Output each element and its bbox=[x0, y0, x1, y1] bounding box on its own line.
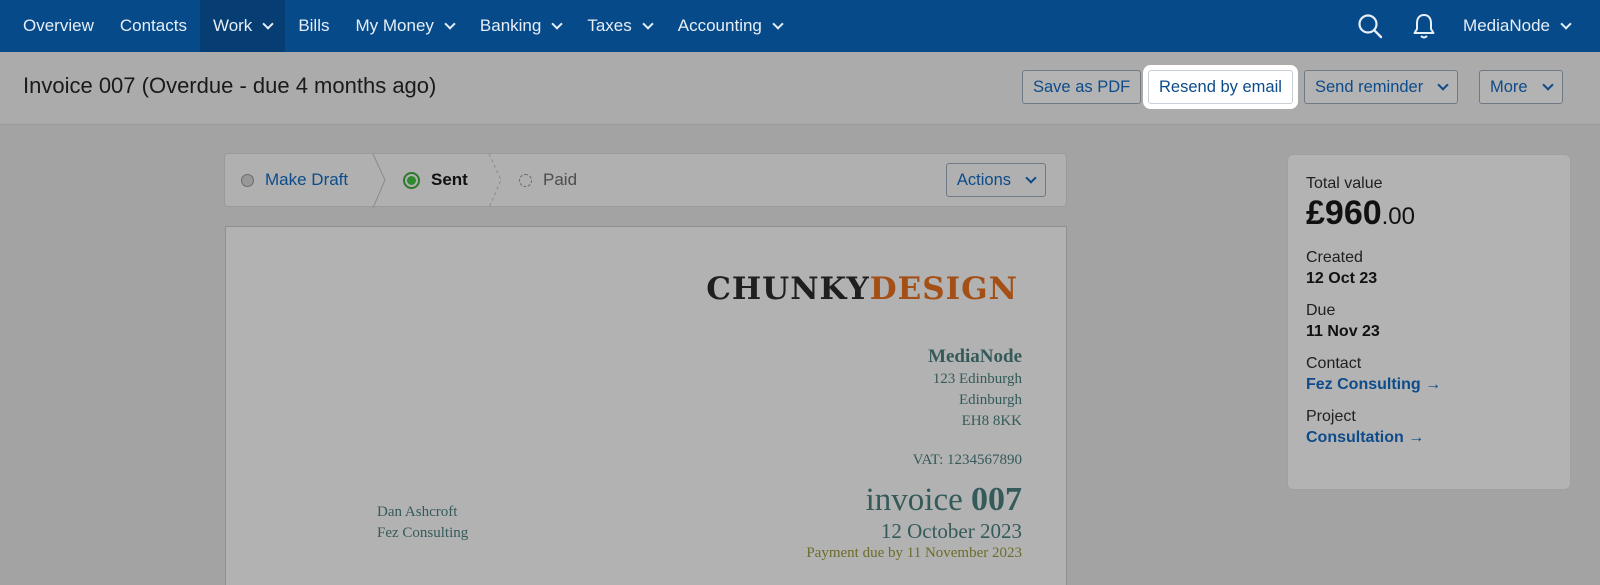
logo-text-1: CHUNKY bbox=[706, 271, 870, 307]
step-make-draft-label: Make Draft bbox=[265, 170, 349, 189]
company-address: MediaNode 123 Edinburgh Edinburgh EH8 8K… bbox=[928, 345, 1022, 432]
due-label: Due bbox=[1306, 302, 1336, 319]
search-icon[interactable] bbox=[1343, 0, 1397, 52]
address-line: 123 Edinburgh bbox=[932, 371, 1022, 387]
nav-overview[interactable]: Overview bbox=[0, 0, 107, 52]
chevron-down-icon bbox=[1541, 78, 1554, 91]
chevron-down-icon bbox=[1437, 78, 1449, 91]
nav-banking[interactable]: Banking bbox=[467, 0, 574, 52]
created-date: 12 Oct 23 bbox=[1306, 270, 1378, 287]
step-sent-label: Sent bbox=[431, 170, 468, 189]
invoice-heading: invoice 007 bbox=[866, 481, 1022, 519]
total-value: £960.00 bbox=[1306, 195, 1552, 235]
nav-work-label: Work bbox=[212, 16, 253, 35]
chevron-down-icon bbox=[262, 17, 274, 30]
nav-taxes[interactable]: Taxes bbox=[574, 0, 664, 52]
vat-number: VAT: 1234567890 bbox=[912, 452, 1022, 468]
chevron-down-icon bbox=[551, 17, 564, 30]
chevron-down-icon bbox=[444, 17, 456, 30]
stepper-dividers bbox=[372, 154, 502, 208]
step-sent: Sent bbox=[403, 154, 468, 206]
chevron-down-icon bbox=[772, 17, 784, 30]
resend-by-email-label: Resend by email bbox=[1159, 77, 1282, 96]
payment-due: Payment due by 11 November 2023 bbox=[806, 545, 1022, 561]
chevron-down-icon bbox=[1560, 17, 1572, 30]
account-menu[interactable]: MediaNode bbox=[1451, 16, 1600, 36]
total-cents: .00 bbox=[1381, 203, 1416, 230]
company-logo: CHUNKYDESIGN bbox=[706, 271, 1018, 307]
actions-button[interactable]: Actions bbox=[945, 163, 1046, 197]
top-nav: Overview Contacts Work Bills My Money Ba… bbox=[0, 0, 1600, 52]
account-name: MediaNode bbox=[1463, 16, 1550, 35]
more-button[interactable]: More bbox=[1479, 70, 1563, 104]
step-draft-dot-icon bbox=[241, 173, 254, 187]
invoice-word: invoice bbox=[865, 482, 963, 518]
nav-my-money-label: My Money bbox=[355, 16, 434, 35]
step-paid-label: Paid bbox=[543, 170, 578, 189]
step-paid: Paid bbox=[519, 154, 577, 206]
contact-link[interactable]: Fez Consulting → bbox=[1306, 376, 1552, 394]
nav-right: MediaNode bbox=[1343, 0, 1600, 52]
resend-by-email-button[interactable]: Resend by email bbox=[1148, 70, 1293, 104]
more-label: More bbox=[1490, 77, 1528, 96]
invoice-preview: CHUNKYDESIGN MediaNode 123 Edinburgh Edi… bbox=[225, 226, 1067, 585]
invoice-number: 007 bbox=[971, 481, 1022, 518]
contact-label: Contact bbox=[1306, 355, 1362, 372]
bell-icon[interactable] bbox=[1397, 0, 1451, 52]
invoice-summary-card: Total value £960.00 Created 12 Oct 23 Du… bbox=[1287, 154, 1571, 490]
send-reminder-label: Send reminder bbox=[1315, 77, 1424, 96]
send-reminder-button[interactable]: Send reminder bbox=[1304, 70, 1459, 104]
nav-bills-label: Bills bbox=[298, 16, 330, 35]
nav-overview-label: Overview bbox=[23, 16, 94, 35]
created-label: Created bbox=[1306, 249, 1363, 266]
nav-work[interactable]: Work bbox=[199, 0, 286, 52]
address-line: EH8 8KK bbox=[961, 413, 1022, 429]
nav-my-money[interactable]: My Money bbox=[342, 0, 466, 52]
page-header: Invoice 007 (Overdue - due 4 months ago)… bbox=[0, 52, 1600, 125]
actions-label: Actions bbox=[956, 170, 1011, 189]
total-value-label: Total value bbox=[1306, 175, 1383, 192]
logo-text-2: DESIGN bbox=[869, 271, 1018, 307]
nav-accounting[interactable]: Accounting bbox=[665, 0, 795, 52]
page-title: Invoice 007 (Overdue - due 4 months ago) bbox=[23, 73, 437, 98]
save-as-pdf-button[interactable]: Save as PDF bbox=[1022, 70, 1142, 104]
nav-contacts[interactable]: Contacts bbox=[107, 0, 200, 52]
nav-bills[interactable]: Bills bbox=[285, 0, 342, 52]
status-stepper: Make Draft Sent Paid Actions bbox=[224, 153, 1067, 208]
step-make-draft[interactable]: Make Draft bbox=[241, 154, 348, 206]
company-name: MediaNode bbox=[928, 346, 1022, 367]
client-name: Dan Ashcroft bbox=[377, 504, 458, 520]
step-paid-dot-icon bbox=[519, 173, 532, 187]
save-as-pdf-label: Save as PDF bbox=[1033, 77, 1131, 96]
invoice-date: 12 October 2023 bbox=[880, 519, 1022, 543]
nav-accounting-label: Accounting bbox=[677, 16, 762, 35]
chevron-down-icon bbox=[642, 17, 654, 30]
client-address: Dan Ashcroft Fez Consulting bbox=[377, 502, 468, 544]
step-sent-check-icon bbox=[403, 171, 420, 189]
client-company: Fez Consulting bbox=[377, 525, 469, 541]
nav-contacts-label: Contacts bbox=[119, 16, 187, 35]
address-line: Edinburgh bbox=[958, 392, 1022, 408]
project-link[interactable]: Consultation → bbox=[1306, 429, 1552, 447]
due-date: 11 Nov 23 bbox=[1306, 323, 1380, 340]
nav-banking-label: Banking bbox=[479, 16, 542, 35]
total-main: £960 bbox=[1306, 194, 1382, 232]
project-label: Project bbox=[1306, 408, 1356, 425]
nav-taxes-label: Taxes bbox=[587, 16, 632, 35]
chevron-down-icon bbox=[1025, 171, 1037, 184]
